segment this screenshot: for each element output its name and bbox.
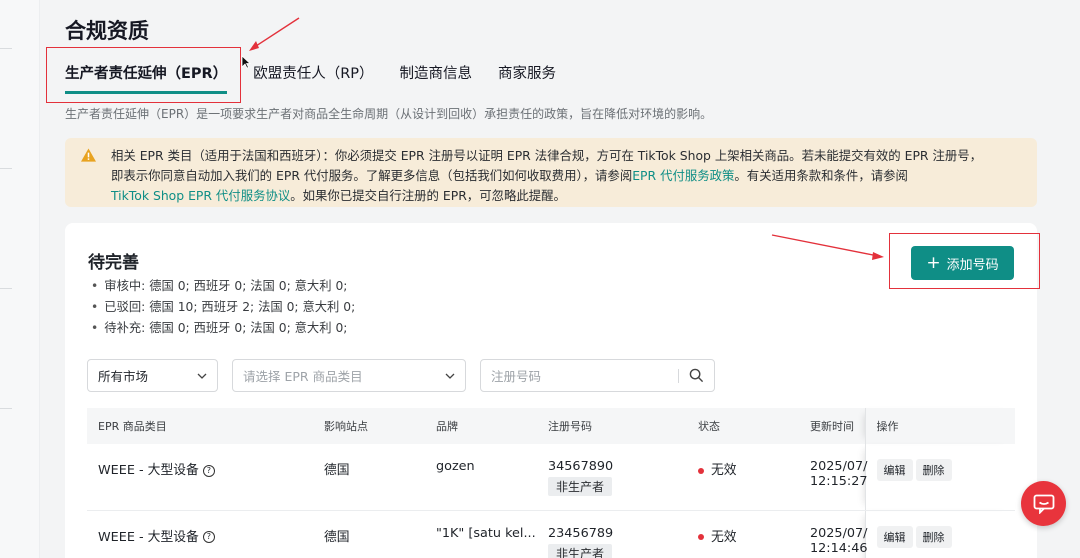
edit-button[interactable]: 编辑: [876, 525, 913, 548]
pending-title: 待完善: [88, 253, 139, 273]
edit-button[interactable]: 编辑: [876, 459, 913, 481]
add-button-highlight-box: [889, 233, 1040, 289]
epr-table: EPR 商品类目 影响站点 品牌 注册号码 状态 更新时间 操作 WEEE - …: [87, 408, 1015, 558]
row-site: 德国: [313, 444, 425, 511]
alert-line-2: 即表示你同意自动加入我们的 EPR 代付服务。了解更多信息（包括我们如何收取费用…: [111, 168, 908, 183]
status-dot: [698, 534, 704, 540]
col-status: 状态: [687, 408, 799, 444]
market-select[interactable]: 所有市场: [87, 359, 218, 392]
row-brand: "1K" [satu kel...: [425, 510, 537, 558]
epr-payment-policy-link[interactable]: EPR 代付服务政策: [632, 168, 734, 183]
col-reg-no: 注册号码: [537, 408, 687, 444]
epr-tab-highlight-box: [46, 47, 241, 103]
row-brand: gozen: [425, 444, 537, 511]
epr-service-agreement-link[interactable]: TikTok Shop EPR 代付服务协议: [111, 188, 290, 203]
filter-bar: 所有市场 请选择 EPR 商品类目 注册号码: [87, 359, 715, 392]
delete-button[interactable]: 删除: [915, 459, 952, 481]
col-actions: 操作: [864, 408, 1015, 444]
tab-eu-rp[interactable]: 欧盟责任人（RP）: [253, 62, 373, 94]
search-icon[interactable]: [689, 368, 704, 383]
table-header: EPR 商品类目 影响站点 品牌 注册号码 状态 更新时间 操作: [87, 408, 1015, 444]
alert-line-3: TikTok Shop EPR 代付服务协议。如果你已提交自行注册的 EPR，可…: [111, 188, 566, 203]
col-updated: 更新时间: [799, 408, 865, 444]
producer-tag: 非生产者: [548, 543, 613, 558]
customer-service-button[interactable]: [1021, 481, 1066, 526]
table-row: WEEE - 大型设备? 德国 "1K" [satu kel... 234567…: [87, 510, 1015, 558]
tab-description: 生产者责任延伸（EPR）是一项要求生产者对商品全生命周期（从设计到回收）承担责任…: [65, 107, 713, 121]
help-icon[interactable]: ?: [202, 464, 215, 477]
status-reviewing: 审核中: 德国 0; 西班牙 0; 法国 0; 意大利 0;: [91, 276, 355, 297]
alert-line-1: 相关 EPR 类目（适用于法国和西班牙）：你必须提交 EPR 注册号以证明 EP…: [111, 148, 983, 163]
warning-icon: [81, 148, 96, 162]
chevron-down-icon: [445, 373, 455, 379]
delete-button[interactable]: 删除: [915, 525, 952, 548]
status-rejected: 已驳回: 德国 10; 西班牙 2; 法国 0; 意大利 0;: [91, 297, 355, 318]
row-reg-no: 34567890: [548, 459, 614, 474]
row-status: 无效: [711, 463, 737, 478]
row-category: WEEE - 大型设备: [98, 529, 199, 545]
epr-alert-banner: 相关 EPR 类目（适用于法国和西班牙）：你必须提交 EPR 注册号以证明 EP…: [65, 138, 1037, 207]
status-dot: [698, 467, 704, 474]
col-site: 影响站点: [313, 408, 425, 444]
chevron-down-icon: [197, 373, 207, 379]
row-date: 2025/07/: [810, 525, 868, 541]
chat-icon: [1033, 494, 1054, 514]
table-row: WEEE - 大型设备? 德国 gozen 34567890 非生产者 无效 20…: [87, 444, 1015, 511]
row-time: 12:14:46: [810, 540, 868, 556]
tab-manufacturer-info[interactable]: 制造商信息: [400, 62, 473, 94]
tab-merchant-service[interactable]: 商家服务: [498, 62, 556, 94]
col-category: EPR 商品类目: [87, 408, 313, 444]
row-time: 12:15:27: [810, 474, 868, 489]
row-reg-no: 23456789: [548, 525, 614, 541]
col-brand: 品牌: [425, 408, 537, 444]
row-category: WEEE - 大型设备: [98, 463, 199, 478]
mouse-cursor-icon: [241, 55, 251, 69]
row-date: 2025/07/: [810, 459, 868, 474]
help-icon[interactable]: ?: [202, 531, 215, 543]
page-title: 合规资质: [65, 19, 149, 43]
row-site: 德国: [313, 510, 425, 558]
epr-category-select[interactable]: 请选择 EPR 商品类目: [232, 359, 466, 392]
row-status: 无效: [711, 529, 737, 545]
status-supplement: 待补充: 德国 0; 西班牙 0; 法国 0; 意大利 0;: [91, 318, 355, 339]
left-sidebar-edge: [0, 0, 40, 558]
search-divider: [678, 368, 679, 383]
registration-search-input[interactable]: 注册号码: [480, 359, 715, 392]
status-summary: 审核中: 德国 0; 西班牙 0; 法国 0; 意大利 0; 已驳回: 德国 1…: [91, 276, 355, 339]
producer-tag: 非生产者: [548, 477, 613, 496]
